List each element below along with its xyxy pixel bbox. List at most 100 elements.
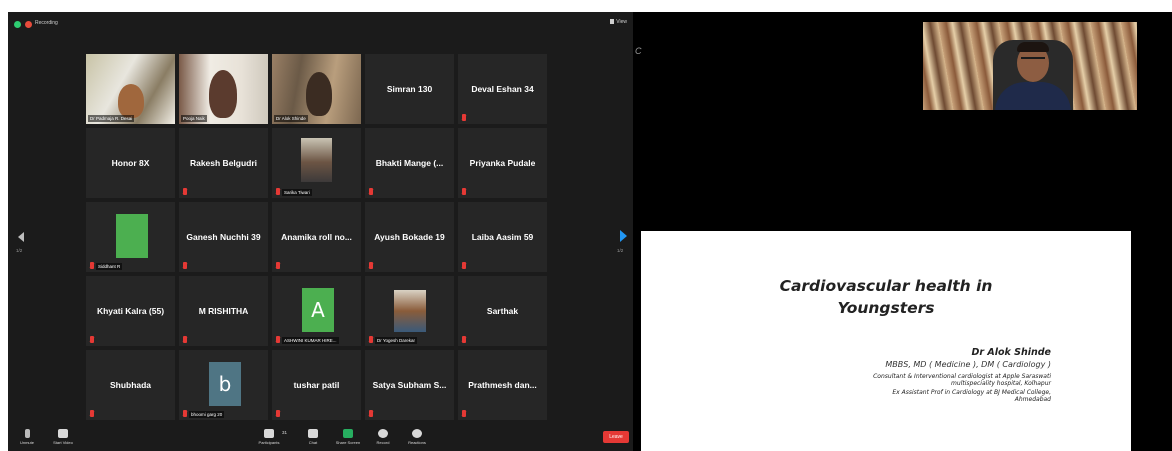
participant-tile[interactable]: Simran 130 [365,54,454,124]
participant-name: Simran 130 [386,84,433,94]
participant-avatar: b [209,362,241,406]
muted-microphone-icon [462,410,466,417]
presentation-slide: Cardiovascular health in Youngsters Dr A… [641,231,1131,451]
participant-name-tag: Sarika Tiwari [282,189,312,196]
participant-tile[interactable]: tushar patil [272,350,361,420]
participant-figure [118,84,144,118]
muted-microphone-icon [369,336,373,343]
presenter-panel: C Cardiovascular health in Youngsters Dr… [633,12,1172,451]
muted-microphone-icon [369,262,373,269]
participant-name-tag: Pooja Naik [181,115,207,122]
participant-tile[interactable]: Deval Eshan 34 [458,54,547,124]
zoom-top-bar: Recording View [8,12,633,36]
participant-tile[interactable]: Laiba Aasim 59 [458,202,547,272]
participant-name: Khyati Kalra (55) [96,306,165,316]
muted-microphone-icon [90,336,94,343]
unmute-label: Unmute [19,440,34,445]
participant-name: Honor 8X [111,158,150,168]
participant-name: Laiba Aasim 59 [471,232,534,242]
muted-microphone-icon [276,336,280,343]
start-video-button[interactable]: Start Video [48,429,78,445]
share-screen-icon [343,429,353,438]
participant-figure [306,72,332,116]
participant-tile[interactable]: Priyanka Pudale [458,128,547,198]
page-indicator-right: 1/2 [617,248,624,253]
muted-microphone-icon [462,114,466,121]
muted-microphone-icon [462,188,466,195]
participant-tile[interactable]: M RISHITHA [179,276,268,346]
muted-microphone-icon [183,336,187,343]
participant-name: Prathmesh dan... [468,380,537,390]
participant-tile[interactable]: Pooja Naik [179,54,268,124]
start-video-label: Start Video [53,440,73,445]
participant-tile[interactable]: Dr Alok Shinde [272,54,361,124]
participant-tile[interactable]: Bhakti Mange (... [365,128,454,198]
view-label: View [616,19,627,25]
muted-microphone-icon [276,188,280,195]
view-button[interactable]: View [610,19,627,25]
participant-tile[interactable]: Dr Yogesh Darekar [365,276,454,346]
participant-video [179,54,268,124]
share-screen-button[interactable]: Share Screen [333,429,363,445]
chat-button[interactable]: Chat [298,429,328,445]
participant-tile[interactable]: Satya Subham S... [365,350,454,420]
participant-name: M RISHITHA [198,306,249,316]
record-button[interactable]: Record [368,429,398,445]
leave-button[interactable]: Leave [603,431,629,443]
slide-line-4: Ahmedabad [1014,396,1051,403]
participant-tile[interactable]: Anamika roll no... [272,202,361,272]
participant-tile[interactable]: Sarthak [458,276,547,346]
participant-tile[interactable]: Rakesh Belgudri [179,128,268,198]
slide-degrees: MBBS, MD ( Medicine ), DM ( Cardiology ) [885,360,1051,369]
slide-title-line-1: Cardiovascular health in [779,277,993,295]
muted-microphone-icon [183,410,187,417]
presenter-glasses [1021,57,1045,63]
next-page-arrow-icon[interactable] [620,230,627,242]
reactions-label: Reactions [408,440,426,445]
muted-microphone-icon [462,262,466,269]
zoom-meeting-window: Recording View 1/2 1/2 Dr Padmaja R. Des… [8,12,633,451]
muted-microphone-icon [183,262,187,269]
participant-name: Rakesh Belgudri [189,158,258,168]
muted-microphone-icon [90,262,94,269]
participant-photo [301,138,332,182]
security-icon[interactable] [14,21,21,28]
participants-icon [264,429,274,438]
participant-name: Ayush Bokade 19 [374,232,445,242]
previous-page-arrow-icon[interactable] [18,232,24,242]
participant-name: tushar patil [293,380,340,390]
participant-tile[interactable]: Honor 8X [86,128,175,198]
record-label: Record [376,440,390,445]
participant-tile[interactable]: Dr Padmaja R. Desai [86,54,175,124]
participant-tile[interactable]: Sarika Tiwari [272,128,361,198]
meeting-toolbar: Unmute Start Video Participants 31 Chat … [8,425,633,451]
participant-tile[interactable]: b bhoomi garg 20 [179,350,268,420]
recording-label: Recording [35,20,58,26]
participant-figure [209,70,237,118]
participant-tile[interactable]: Ganesh Nuchhi 39 [179,202,268,272]
participant-video [86,54,175,124]
participant-name-tag: ASHWINI KUMAR HIRE... [282,337,339,344]
muted-microphone-icon [183,188,187,195]
muted-microphone-icon [369,188,373,195]
participant-tile[interactable]: Ayush Bokade 19 [365,202,454,272]
participant-name: Anamika roll no... [281,232,352,242]
presenter-camera [923,22,1137,110]
participant-tile[interactable]: Khyati Kalra (55) [86,276,175,346]
participant-tile[interactable]: Shubhada [86,350,175,420]
participant-tile[interactable]: Prathmesh dan... [458,350,547,420]
participants-button[interactable]: Participants [254,429,284,445]
participant-tile[interactable]: Siddhant R [86,202,175,272]
recording-icon [25,21,32,28]
chat-icon [308,429,318,438]
reactions-icon [412,429,422,438]
participant-name-tag: bhoomi garg 20 [189,411,225,418]
reactions-button[interactable]: Reactions [402,429,432,445]
page-indicator-left: 1/2 [16,248,23,253]
participants-count: 31 [282,430,288,435]
unmute-button[interactable]: Unmute [12,429,42,445]
participant-grid: Dr Padmaja R. Desai Pooja Naik Dr Alok Shi… [86,54,547,420]
slide-line-1: Consultant & Interventional cardiologist… [873,373,1051,380]
participant-tile[interactable]: A ASHWINI KUMAR HIRE... [272,276,361,346]
presenter-hair [1017,42,1049,52]
